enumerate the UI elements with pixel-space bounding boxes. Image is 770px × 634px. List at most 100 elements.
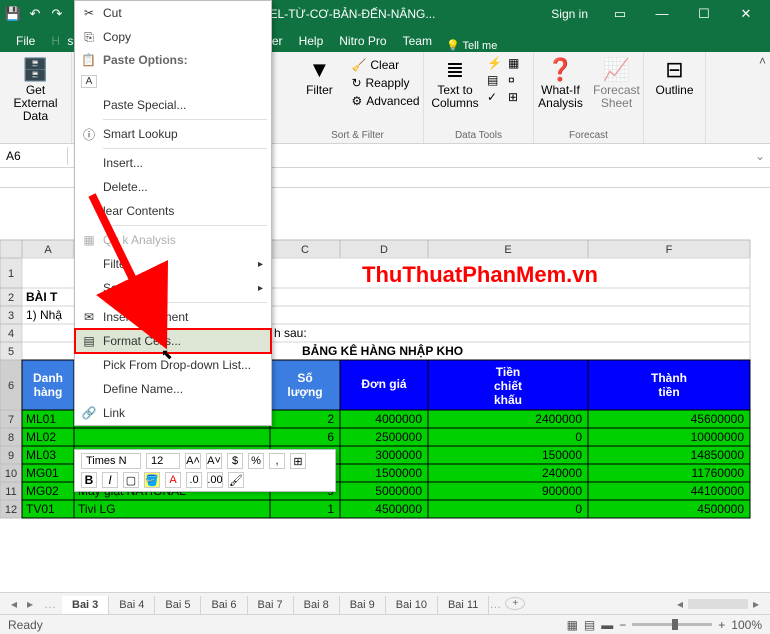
advanced-button[interactable]: ⚙Advanced — [351, 92, 419, 110]
copy-icon: ⎘ — [81, 30, 97, 45]
tab-team[interactable]: Team — [395, 30, 440, 52]
zoom-out-icon[interactable]: − — [619, 618, 626, 632]
mini-comma-icon[interactable]: , — [269, 453, 285, 469]
advanced-icon: ⚙ — [351, 94, 362, 108]
svg-text:2: 2 — [8, 292, 14, 304]
redo-icon[interactable]: ↷ — [48, 6, 66, 22]
name-box[interactable]: A6 — [0, 147, 68, 165]
hscroll-track[interactable] — [688, 599, 748, 609]
ctx-paste-special[interactable]: Paste Special... — [75, 93, 271, 117]
whatif-button[interactable]: ❓What-If Analysis — [537, 56, 585, 110]
outline-button[interactable]: ⊟Outline — [651, 56, 699, 97]
sheet-nav-prev-icon[interactable]: ◂ — [6, 597, 22, 611]
sheet-tab-Bai-6[interactable]: Bai 6 — [201, 596, 247, 614]
ctx-delete[interactable]: Delete... — [75, 175, 271, 199]
zoom-in-icon[interactable]: + — [718, 618, 725, 632]
mini-shrink-icon[interactable]: A˅ — [206, 453, 222, 469]
remove-dupes-icon[interactable]: ▤ — [487, 73, 505, 87]
svg-text:D: D — [380, 244, 388, 256]
forecast-sheet-button[interactable]: 📈Forecast Sheet — [593, 56, 641, 110]
view-normal-icon[interactable]: ▦ — [567, 618, 578, 632]
undo-icon[interactable]: ↶ — [26, 6, 44, 22]
ribbon-collapse-icon[interactable]: ˄ — [759, 54, 766, 68]
zoom-slider[interactable] — [632, 623, 712, 626]
data-validation-icon[interactable]: ✓ — [487, 90, 505, 104]
text-to-columns-button[interactable]: ≣Text to Columns — [431, 56, 479, 110]
mini-dec-decimal-icon[interactable]: .0 — [186, 472, 202, 488]
svg-text:Tivi LG: Tivi LG — [78, 502, 116, 516]
sheet-tab-Bai-4[interactable]: Bai 4 — [109, 596, 155, 614]
get-external-data-button[interactable]: 🗄️ Get External Data — [12, 56, 60, 124]
sheet-nav-next-icon[interactable]: ▸ — [22, 597, 38, 611]
maximize-icon[interactable]: ☐ — [684, 6, 724, 22]
mini-bold-icon[interactable]: B — [81, 472, 97, 488]
close-icon[interactable]: ✕ — [726, 6, 766, 22]
ctx-clear-contents[interactable]: lear Contents — [75, 199, 271, 223]
consolidate-icon[interactable]: ▦ — [508, 56, 526, 70]
mini-format-painter-icon[interactable]: 🖌 — [228, 472, 244, 488]
mini-size[interactable]: 12 — [146, 453, 180, 469]
ctx-pick-list[interactable]: Pick From Drop-down List... — [75, 353, 271, 377]
ribbon-options-icon[interactable]: ▭ — [600, 6, 640, 22]
svg-text:10: 10 — [5, 468, 17, 480]
ctx-insert[interactable]: Insert... — [75, 151, 271, 175]
tab-file[interactable]: File — [8, 30, 43, 52]
mini-currency-icon[interactable]: $ — [227, 453, 243, 469]
sheet-tab-Bai-9[interactable]: Bai 9 — [340, 596, 386, 614]
svg-text:hàng: hàng — [34, 385, 63, 399]
mini-toolbar: Times N 12 A˄ A˅ $ % , ⊞ B I ▢ 🪣 A .0 .0… — [74, 449, 336, 492]
ctx-quick-analysis: ▦Qu k Analysis — [75, 228, 271, 252]
view-layout-icon[interactable]: ▤ — [584, 618, 595, 632]
reapply-button[interactable]: ↻Reapply — [351, 74, 419, 92]
svg-text:Tiền: Tiền — [496, 365, 520, 379]
data-model-icon[interactable]: ⊞ — [508, 90, 526, 104]
mini-italic-icon[interactable]: I — [102, 472, 118, 488]
sheet-tab-Bai-5[interactable]: Bai 5 — [155, 596, 201, 614]
tab-help[interactable]: Help — [291, 30, 332, 52]
signin-link[interactable]: Sign in — [551, 7, 588, 21]
ctx-filter[interactable]: Filte▸ — [75, 252, 271, 276]
ctx-cut[interactable]: ✂Cut — [75, 1, 271, 25]
mini-inc-decimal-icon[interactable]: .00 — [207, 472, 223, 488]
link-icon: 🔗 — [81, 406, 97, 420]
mini-font[interactable]: Times N — [81, 453, 141, 469]
ctx-format-cells[interactable]: ▤Format Cells... — [75, 329, 271, 353]
ctx-sort[interactable]: Sort▸ — [75, 276, 271, 300]
new-sheet-button[interactable]: + — [505, 597, 525, 610]
cut-icon: ✂ — [81, 6, 97, 20]
sheet-tab-Bai-7[interactable]: Bai 7 — [248, 596, 294, 614]
zoom-level[interactable]: 100% — [731, 618, 762, 632]
svg-text:5000000: 5000000 — [375, 484, 422, 498]
tab-home[interactable]: Home — [43, 30, 59, 52]
sheet-tab-Bai-3[interactable]: Bai 3 — [62, 596, 109, 616]
mini-percent-icon[interactable]: % — [248, 453, 264, 469]
save-icon[interactable]: 💾 — [4, 6, 22, 22]
mini-border-icon[interactable]: ▢ — [123, 472, 139, 488]
sheet-tab-Bai-10[interactable]: Bai 10 — [386, 596, 438, 614]
tell-me[interactable]: Tell me — [446, 39, 497, 52]
svg-text:10000000: 10000000 — [691, 430, 745, 444]
view-break-icon[interactable]: ▬ — [601, 618, 613, 632]
mini-font-color-icon[interactable]: A — [165, 472, 181, 488]
flash-fill-icon[interactable]: ⚡ — [487, 56, 505, 70]
minimize-icon[interactable]: — — [642, 6, 682, 22]
sheet-tab-Bai-8[interactable]: Bai 8 — [294, 596, 340, 614]
mini-grow-icon[interactable]: A˄ — [185, 453, 201, 469]
ctx-paste-values[interactable]: A — [75, 69, 271, 93]
ctx-define-name[interactable]: Define Name... — [75, 377, 271, 401]
ctx-copy[interactable]: ⎘Copy — [75, 25, 271, 49]
svg-text:TV01: TV01 — [26, 502, 55, 516]
ctx-insert-comment[interactable]: ✉Insert Comment — [75, 305, 271, 329]
sheet-tab-Bai-11[interactable]: Bai 11 — [438, 596, 489, 614]
mini-fill-icon[interactable]: 🪣 — [144, 472, 160, 488]
clear-button[interactable]: 🧹Clear — [351, 56, 419, 74]
mini-merge-icon[interactable]: ⊞ — [290, 453, 306, 469]
ctx-smart-lookup[interactable]: ⓘSmart Lookup — [75, 122, 271, 146]
ctx-link[interactable]: 🔗Link — [75, 401, 271, 425]
filter-button[interactable]: ▼Filter — [295, 56, 343, 97]
hscroll-left-icon[interactable]: ◂ — [672, 597, 688, 611]
formula-expand-icon[interactable]: ⌄ — [750, 149, 770, 163]
relationships-icon[interactable]: ¤ — [508, 73, 526, 87]
hscroll-right-icon[interactable]: ▸ — [748, 597, 764, 611]
tab-nitro[interactable]: Nitro Pro — [331, 30, 394, 52]
